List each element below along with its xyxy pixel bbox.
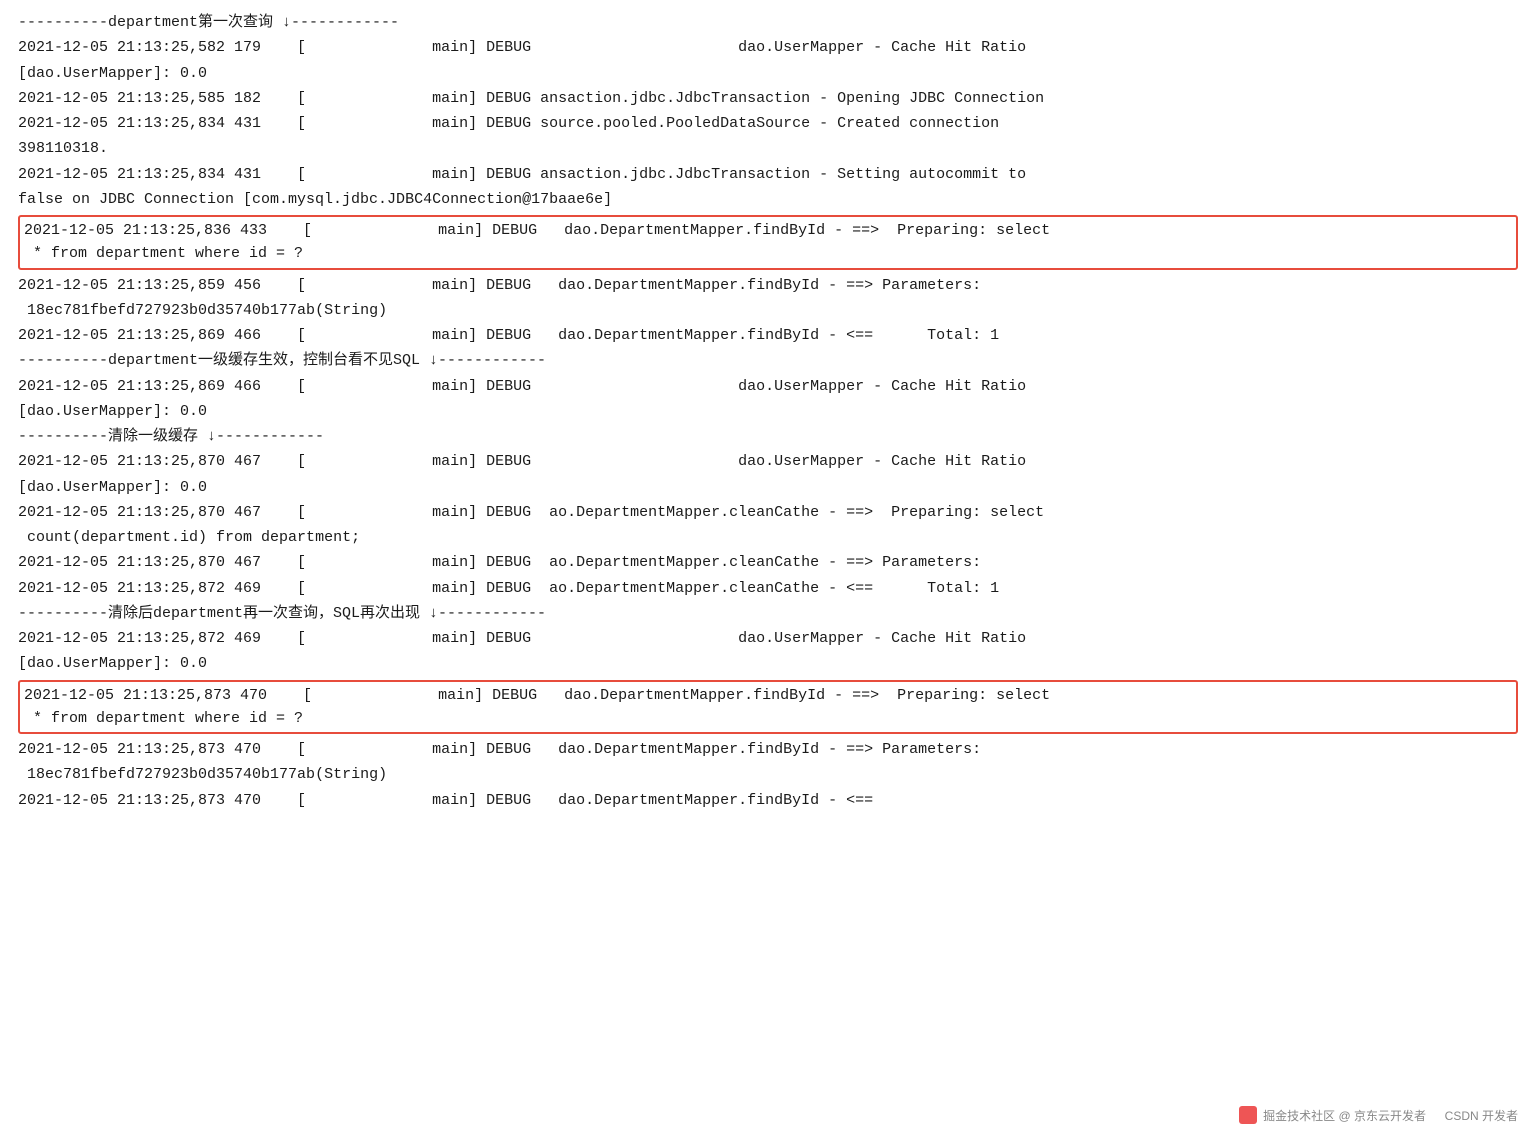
watermark-text: 掘金技术社区 @ 京东云开发者 [1263, 1107, 1426, 1124]
log-line: 18ec781fbefd727923b0d35740b177ab(String) [18, 762, 1518, 787]
log-line: 2021-12-05 21:13:25,872 469 [ main] DEBU… [18, 576, 1518, 601]
comment-line: ----------department第一次查询 ↓------------ [18, 10, 1518, 35]
log-line: 2021-12-05 21:13:25,873 470 [ main] DEBU… [18, 788, 1518, 813]
log-line: 2021-12-05 21:13:25,869 466 [ main] DEBU… [18, 323, 1518, 348]
log-line: 2021-12-05 21:13:25,870 467 [ main] DEBU… [18, 550, 1518, 575]
log-line: 2021-12-05 21:13:25,834 431 [ main] DEBU… [18, 162, 1518, 187]
highlighted-log-block: 2021-12-05 21:13:25,873 470 [ main] DEBU… [18, 680, 1518, 735]
highlighted-log-block: 2021-12-05 21:13:25,836 433 [ main] DEBU… [18, 215, 1518, 270]
comment-line: ----------department一级缓存生效，控制台看不见SQL ↓--… [18, 348, 1518, 373]
comment-line: ----------清除一级缓存 ↓------------ [18, 424, 1518, 449]
log-line: 2021-12-05 21:13:25,582 179 [ main] DEBU… [18, 35, 1518, 60]
log-container: ----------department第一次查询 ↓------------2… [18, 10, 1518, 813]
log-line: [dao.UserMapper]: 0.0 [18, 475, 1518, 500]
watermark: 掘金技术社区 @ 京东云开发者 CSDN 开发者 [1239, 1106, 1518, 1124]
log-line: 18ec781fbefd727923b0d35740b177ab(String) [18, 298, 1518, 323]
log-line: 2021-12-05 21:13:25,872 469 [ main] DEBU… [18, 626, 1518, 651]
watermark-logo [1239, 1106, 1257, 1124]
log-line: [dao.UserMapper]: 0.0 [18, 61, 1518, 86]
log-line: 2021-12-05 21:13:25,870 467 [ main] DEBU… [18, 500, 1518, 525]
log-line: [dao.UserMapper]: 0.0 [18, 399, 1518, 424]
log-line: false on JDBC Connection [com.mysql.jdbc… [18, 187, 1518, 212]
log-line: 398110318. [18, 136, 1518, 161]
log-line: 2021-12-05 21:13:25,869 466 [ main] DEBU… [18, 374, 1518, 399]
log-line: 2021-12-05 21:13:25,859 456 [ main] DEBU… [18, 273, 1518, 298]
log-line: 2021-12-05 21:13:25,870 467 [ main] DEBU… [18, 449, 1518, 474]
log-line: 2021-12-05 21:13:25,834 431 [ main] DEBU… [18, 111, 1518, 136]
watermark-text2: CSDN 开发者 [1445, 1107, 1518, 1124]
log-line: count(department.id) from department; [18, 525, 1518, 550]
log-line: 2021-12-05 21:13:25,873 470 [ main] DEBU… [18, 737, 1518, 762]
log-line: 2021-12-05 21:13:25,585 182 [ main] DEBU… [18, 86, 1518, 111]
log-line: [dao.UserMapper]: 0.0 [18, 651, 1518, 676]
comment-line: ----------清除后department再一次查询，SQL再次出现 ↓--… [18, 601, 1518, 626]
